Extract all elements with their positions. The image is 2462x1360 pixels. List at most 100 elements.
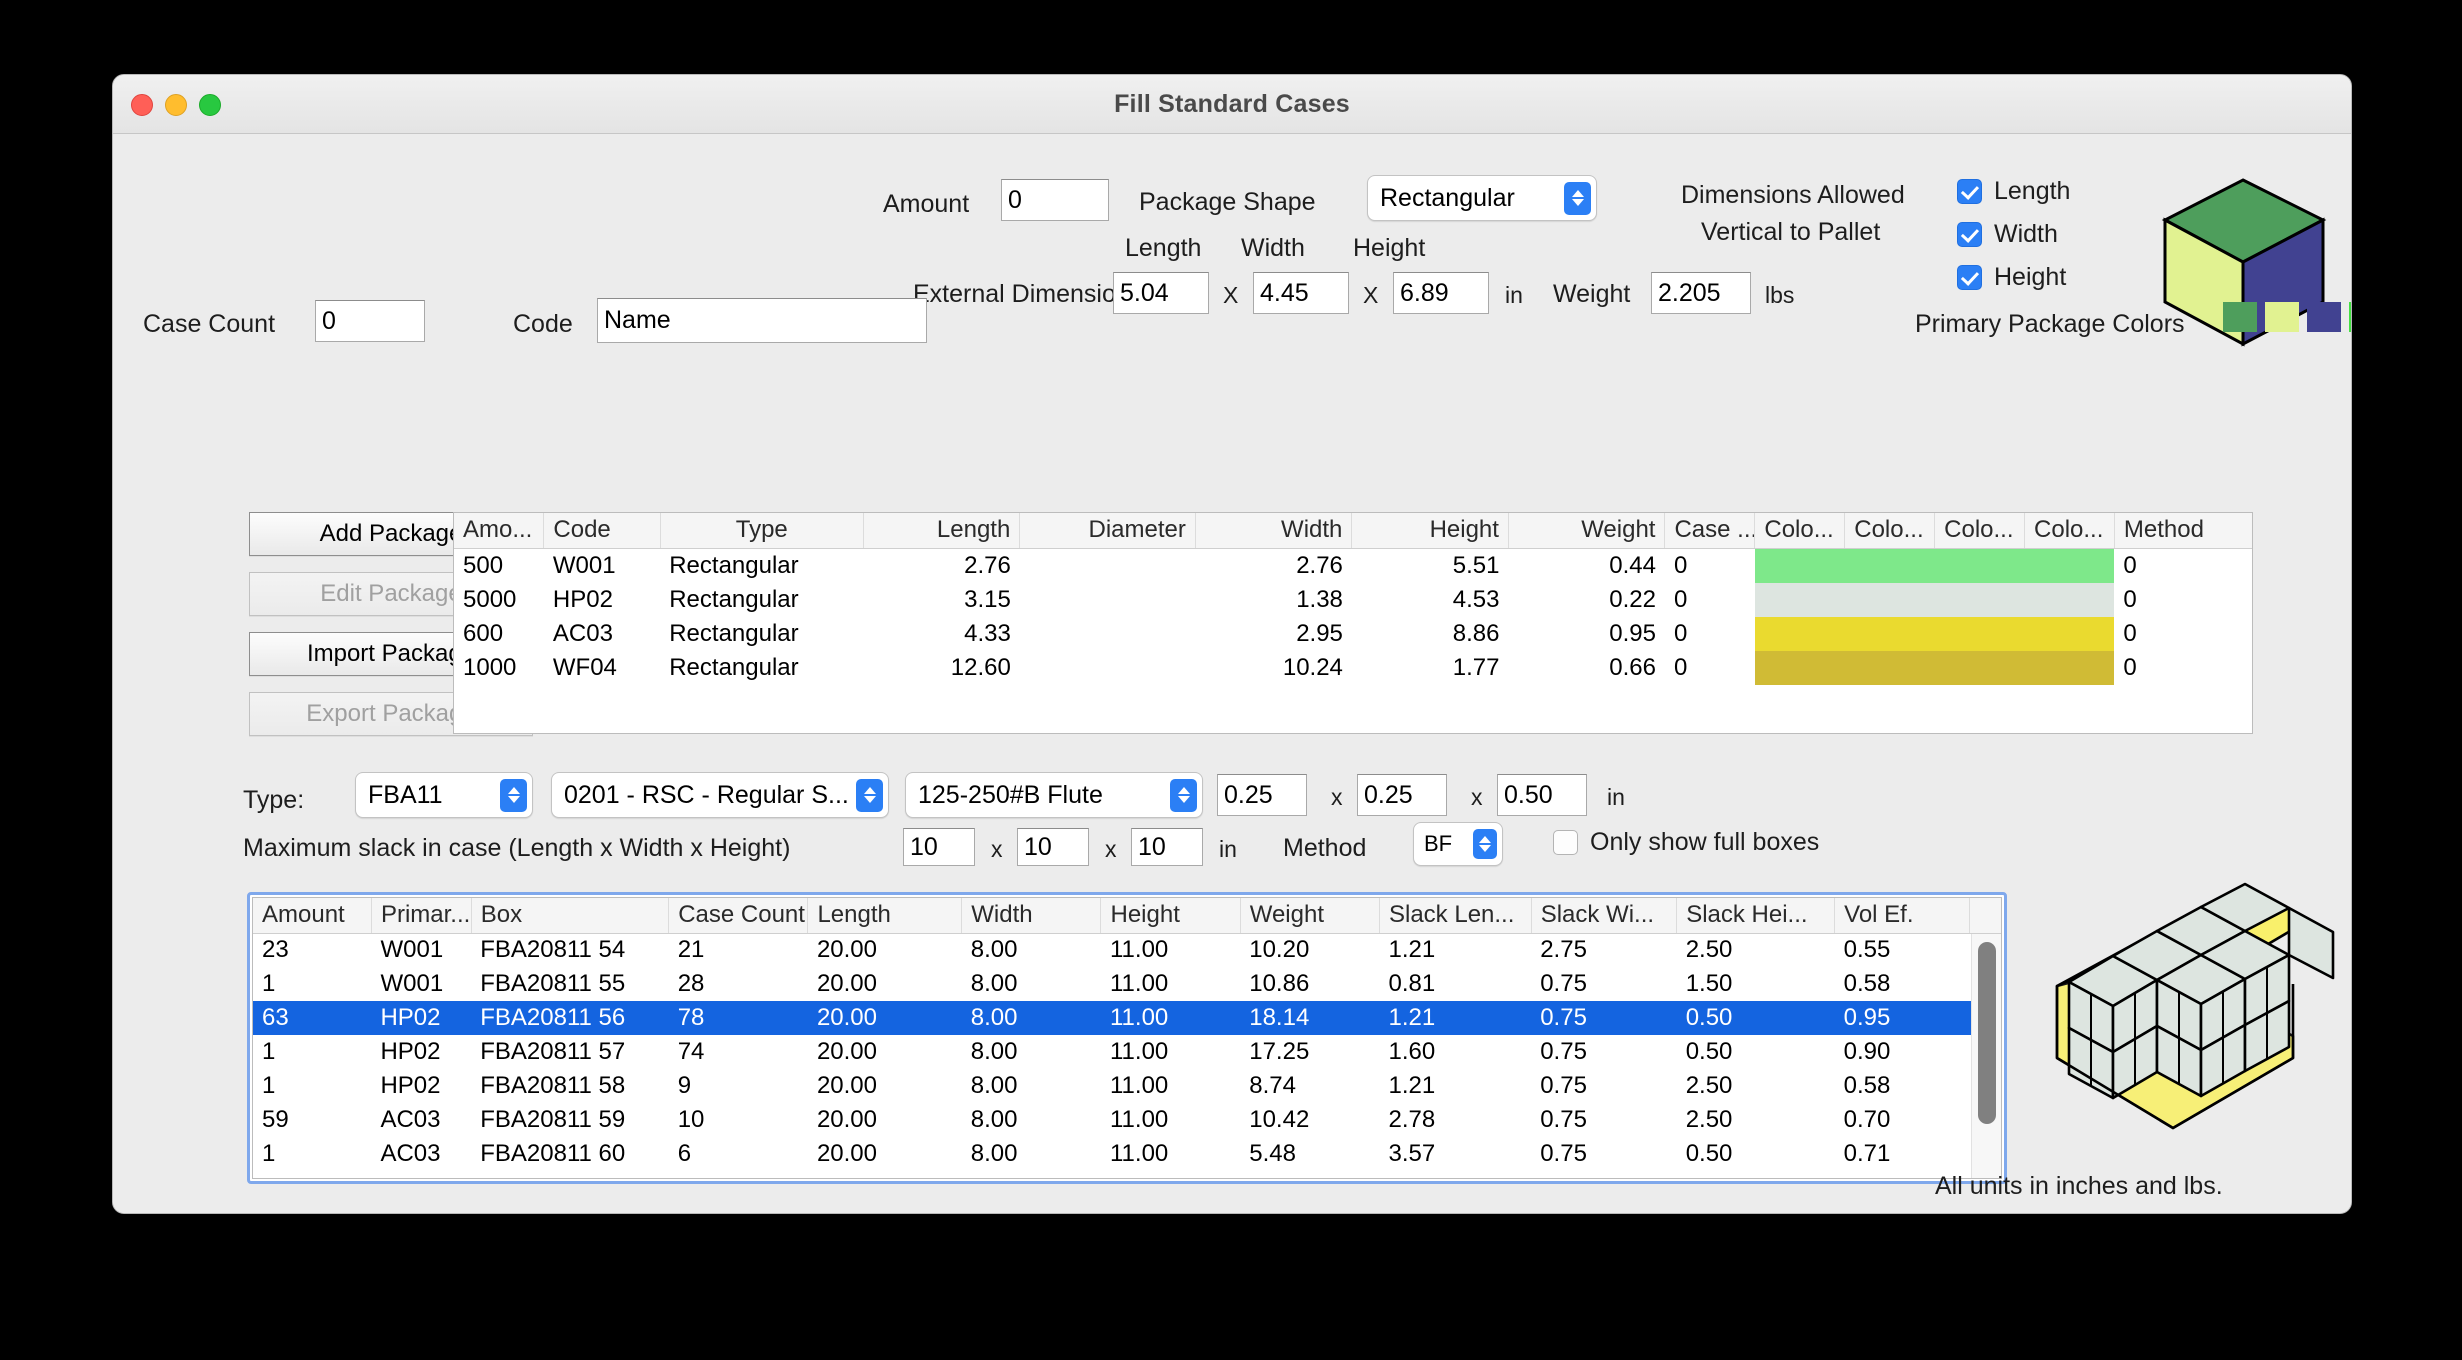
cell-height: 11.00 (1109, 970, 1169, 997)
height-checkbox[interactable] (1957, 265, 1982, 290)
color-swatch-2[interactable] (2265, 302, 2299, 332)
slack-length-input[interactable]: 10 (903, 828, 975, 866)
cell-width: 10.24 (1282, 653, 1343, 681)
results-table-scrollbar[interactable] (1971, 934, 2001, 1178)
board-thickness-width-input[interactable]: 0.25 (1357, 774, 1447, 816)
dims-allowed-line1: Dimensions Allowed (1681, 181, 1905, 209)
results-col-primary[interactable]: Primar... (371, 898, 472, 934)
cell-slack-len: 0.81 (1388, 970, 1436, 997)
case-count-input[interactable]: 0 (315, 300, 425, 342)
checkbox-row-length[interactable]: Length (1957, 177, 2070, 206)
table-row[interactable]: 1 HP02 FBA20811 58 9 20.00 8.00 11.00 8.… (253, 1069, 2001, 1103)
slack-height-input[interactable]: 10 (1131, 828, 1203, 866)
height-checkbox-label: Height (1994, 263, 2067, 291)
external-width-input[interactable]: 4.45 (1253, 272, 1349, 314)
cell-weight: 5.48 (1249, 1140, 1296, 1167)
package-col-color2[interactable]: Colo... (1844, 513, 1936, 549)
chevron-updown-icon (500, 778, 527, 812)
results-table-scrollbar-thumb[interactable] (1978, 942, 1996, 1124)
cell-method: 0 (2123, 619, 2137, 647)
table-row[interactable]: 1 AC03 FBA20811 60 6 20.00 8.00 11.00 5.… (253, 1137, 2001, 1171)
package-col-width[interactable]: Width (1195, 513, 1353, 549)
cell-width: 8.00 (970, 1072, 1018, 1099)
weight-input[interactable]: 2.205 (1651, 272, 1751, 314)
external-length-input[interactable]: 5.04 (1113, 272, 1209, 314)
results-col-height[interactable]: Height (1100, 898, 1241, 934)
dim-separator-1: X (1223, 282, 1239, 308)
type-label: Type: (243, 786, 305, 814)
table-row[interactable]: 500 W001 Rectangular 2.76 2.76 5.51 0.44… (454, 548, 2252, 583)
table-row[interactable]: 63 HP02 FBA20811 56 78 20.00 8.00 11.00 … (253, 1001, 2001, 1035)
only-full-boxes-checkbox[interactable] (1553, 830, 1578, 855)
results-table[interactable]: Amount Primar... Box Case Count Length W… (247, 892, 2007, 1184)
cell-amount: 23 (262, 936, 289, 964)
cell-length: 3.15 (964, 585, 1011, 613)
cell-width: 2.95 (1296, 619, 1343, 647)
cell-code: HP02 (552, 585, 613, 613)
cell-length: 12.60 (950, 653, 1011, 681)
package-shape-select[interactable]: Rectangular (1367, 175, 1597, 221)
color-swatch-1[interactable] (2223, 302, 2257, 332)
cell-amount: 1 (262, 1072, 276, 1099)
width-checkbox-label: Width (1994, 220, 2058, 248)
cell-color-bar (1754, 650, 2115, 685)
results-col-case-count[interactable]: Case Count (668, 898, 809, 934)
results-col-weight[interactable]: Weight (1240, 898, 1380, 934)
cell-box: FBA20811 55 (480, 970, 626, 997)
table-row[interactable]: 59 AC03 FBA20811 59 10 20.00 8.00 11.00 … (253, 1103, 2001, 1137)
package-col-color3[interactable]: Colo... (1934, 513, 2026, 549)
table-row[interactable]: 1 W001 FBA20811 55 28 20.00 8.00 11.00 1… (253, 967, 2001, 1001)
package-col-weight[interactable]: Weight (1508, 513, 1666, 549)
table-row[interactable]: 5000 HP02 Rectangular 3.15 1.38 4.53 0.2… (454, 582, 2252, 617)
package-col-color1[interactable]: Colo... (1754, 513, 1846, 549)
results-col-slack-wid[interactable]: Slack Wi... (1531, 898, 1678, 934)
table-row[interactable]: 1000 WF04 Rectangular 12.60 10.24 1.77 0… (454, 650, 2252, 685)
thickness-separator-2: x (1471, 784, 1483, 810)
package-col-method[interactable]: Method (2114, 513, 2252, 549)
cell-method: 0 (2123, 551, 2137, 579)
slack-width-input[interactable]: 10 (1017, 828, 1089, 866)
checkbox-row-width[interactable]: Width (1957, 220, 2058, 249)
table-row[interactable]: 600 AC03 Rectangular 4.33 2.95 8.86 0.95… (454, 616, 2252, 651)
results-col-vol-ef[interactable]: Vol Ef. (1834, 898, 1971, 934)
method-select[interactable]: BF (1413, 822, 1503, 866)
checkbox-row-height[interactable]: Height (1957, 263, 2066, 292)
results-col-width[interactable]: Width (961, 898, 1102, 934)
cell-box: FBA20811 57 (480, 1038, 626, 1065)
color-swatch-4[interactable] (2349, 302, 2351, 332)
results-col-slack-len[interactable]: Slack Len... (1379, 898, 1532, 934)
table-row[interactable]: 23 W001 FBA20811 54 21 20.00 8.00 11.00 … (253, 933, 2001, 967)
cell-slack-hei: 0.50 (1676, 1001, 1835, 1035)
results-col-length[interactable]: Length (807, 898, 963, 934)
package-col-code[interactable]: Code (543, 513, 661, 549)
flute-select[interactable]: 125-250#B Flute (905, 772, 1203, 818)
package-col-amount[interactable]: Amo... (454, 513, 545, 549)
table-row[interactable]: 1 HP02 FBA20811 57 74 20.00 8.00 11.00 1… (253, 1035, 2001, 1069)
package-col-case[interactable]: Case ... (1664, 513, 1756, 549)
cell-color-bar (1754, 616, 2115, 651)
results-col-slack-hei[interactable]: Slack Hei... (1676, 898, 1836, 934)
box-style-select[interactable]: 0201 - RSC - Regular S... (551, 772, 889, 818)
cell-height: 1.77 (1452, 653, 1500, 681)
package-col-type[interactable]: Type (660, 513, 864, 549)
external-height-input[interactable]: 6.89 (1393, 272, 1489, 314)
board-thickness-length-input[interactable]: 0.25 (1217, 774, 1307, 816)
board-thickness-height-input[interactable]: 0.50 (1497, 774, 1587, 816)
width-checkbox[interactable] (1957, 222, 1982, 247)
length-checkbox[interactable] (1957, 179, 1982, 204)
box-type-select[interactable]: FBA11 (355, 772, 533, 818)
package-col-diameter[interactable]: Diameter (1019, 513, 1196, 549)
color-swatch-3[interactable] (2307, 302, 2341, 332)
results-col-box[interactable]: Box (471, 898, 670, 934)
package-table[interactable]: Amo... Code Type Length Diameter Width H… (453, 512, 2253, 734)
amount-input[interactable]: 0 (1001, 179, 1109, 221)
only-full-boxes-row[interactable]: Only show full boxes (1553, 828, 1819, 857)
package-col-height[interactable]: Height (1351, 513, 1509, 549)
name-input[interactable]: Name (597, 298, 927, 343)
results-col-amount[interactable]: Amount (253, 898, 372, 934)
package-col-color4[interactable]: Colo... (2024, 513, 2115, 549)
cell-width: 8.00 (961, 1001, 1101, 1035)
package-col-length[interactable]: Length (863, 513, 1021, 549)
cell-weight: 0.22 (1609, 585, 1656, 613)
cell-slack-len: 1.21 (1388, 1072, 1436, 1099)
